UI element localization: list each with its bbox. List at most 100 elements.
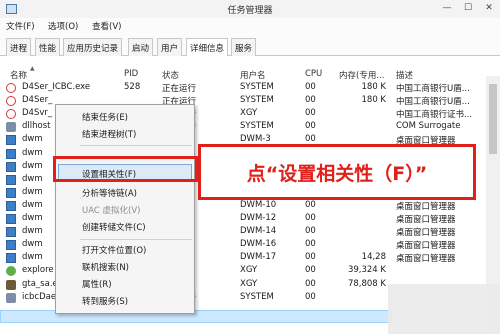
process-user: XGY	[240, 265, 258, 276]
scrollbar-thumb[interactable]	[489, 84, 497, 154]
process-description: 中国工商银行U盾...	[396, 84, 470, 94]
process-description: 中国工商银行证书...	[396, 110, 473, 121]
tab-processes[interactable]: 进程	[6, 38, 32, 56]
window-icon	[6, 148, 16, 159]
process-memory: 14,28	[361, 252, 386, 263]
process-description: COM Surrogate	[396, 121, 461, 132]
process-description: 中国工商银行U盾...	[396, 97, 470, 108]
process-user: SYSTEM	[240, 291, 274, 302]
process-user: SYSTEM	[240, 121, 274, 132]
tab-users[interactable]: 用户	[157, 38, 183, 56]
process-cpu: 00	[305, 95, 316, 106]
col-desc-header[interactable]: 描述	[396, 69, 413, 81]
process-memory: 180 K	[361, 95, 387, 106]
process-user: DWM-10	[240, 199, 277, 210]
process-cpu: 00	[305, 252, 316, 263]
ctx-go-to-services[interactable]: 转到服务(S)	[82, 295, 128, 307]
ctx-properties[interactable]: 属性(R)	[82, 278, 112, 290]
ctx-uac-virtualization[interactable]: UAC 虚拟化(V)	[82, 204, 140, 216]
window-icon	[6, 161, 16, 172]
process-user: XGY	[240, 278, 258, 289]
window-icon	[6, 200, 16, 211]
menu-view[interactable]: 查看(V)	[92, 20, 121, 32]
gear-icon	[6, 292, 16, 303]
process-cpu: 00	[305, 213, 316, 223]
process-name[interactable]: D4Ser_ICBC.exe	[22, 82, 120, 92]
process-user: DWM-17	[240, 252, 277, 263]
annotation-callout-box: 点“设置相关性（F）”	[198, 144, 476, 200]
context-menu-separator	[80, 145, 192, 146]
title-bar: 任务管理器 — ☐ ✕	[0, 0, 500, 18]
window-icon	[6, 135, 16, 146]
col-status-header[interactable]: 状态	[162, 69, 179, 81]
process-cpu: 00	[305, 226, 316, 237]
tab-bar: 进程 性能 应用历史记录 启动 用户 详细信息 服务	[0, 34, 500, 57]
gta-icon	[6, 279, 16, 290]
sort-caret-icon: ▲	[30, 65, 35, 72]
process-user: DWM-3	[240, 134, 271, 145]
process-cpu: 00	[305, 108, 316, 119]
window-icon	[6, 253, 16, 264]
tab-performance[interactable]: 性能	[35, 38, 61, 56]
tab-details[interactable]: 详细信息	[186, 38, 229, 57]
process-user: DWM-12	[240, 213, 277, 223]
process-description: 桌面窗口管理器	[396, 228, 456, 239]
process-cpu: 00	[305, 121, 316, 132]
window-icon	[6, 227, 16, 238]
process-user: DWM-14	[240, 226, 277, 237]
process-description: 桌面窗口管理器	[396, 241, 456, 252]
process-cpu: 00	[305, 82, 316, 92]
close-button[interactable]: ✕	[482, 2, 496, 14]
red-circle-icon	[6, 83, 16, 93]
col-memory-header[interactable]: 内存(专用...	[339, 69, 384, 81]
process-memory: 78,808 K	[347, 278, 386, 289]
tab-app-history[interactable]: 应用历史记录	[63, 38, 123, 56]
ctx-analyze-wait-chain[interactable]: 分析等待链(A)	[82, 187, 137, 199]
window-icon	[6, 174, 16, 185]
ctx-end-task[interactable]: 结束任务(E)	[82, 111, 128, 123]
annotation-callout-text: 点“设置相关性（F）”	[246, 163, 428, 185]
ctx-create-dump-file[interactable]: 创建转储文件(C)	[82, 221, 146, 233]
ctx-open-file-location[interactable]: 打开文件位置(O)	[82, 244, 146, 256]
window-icon	[6, 240, 16, 251]
ctx-search-online[interactable]: 联机搜索(N)	[82, 261, 129, 273]
process-user: SYSTEM	[240, 82, 274, 92]
menu-bar: 文件(F) 选项(O) 查看(V)	[0, 18, 500, 34]
process-cpu: 00	[305, 239, 316, 250]
window-icon	[6, 187, 16, 198]
process-memory: 180 K	[361, 82, 387, 92]
process-user: SYSTEM	[240, 95, 274, 106]
menu-file[interactable]: 文件(F)	[6, 20, 35, 32]
process-cpu: 00	[305, 278, 316, 289]
context-menu: 结束任务(E) 结束进程树(T) 设置相关性(F) 分析等待链(A) UAC 虚…	[55, 104, 195, 314]
process-pid: 528	[124, 82, 141, 92]
process-user: DWM-16	[240, 239, 277, 250]
process-description: 桌面窗口管理器	[396, 215, 456, 225]
col-cpu-header[interactable]: CPU	[305, 69, 322, 79]
tab-startup[interactable]: 启动	[128, 38, 154, 56]
ctx-end-process-tree[interactable]: 结束进程树(T)	[82, 128, 136, 140]
process-user: XGY	[240, 108, 258, 119]
process-status: 正在运行	[162, 84, 197, 94]
window-icon	[6, 214, 16, 224]
col-user-header[interactable]: 用户名	[240, 69, 266, 81]
window-title: 任务管理器	[227, 6, 273, 16]
globe-icon	[6, 266, 16, 277]
maximize-button[interactable]: ☐	[461, 2, 475, 14]
col-name-header[interactable]: 名称	[10, 69, 27, 81]
red-circle-icon	[6, 109, 16, 120]
process-cpu: 00	[305, 265, 316, 276]
red-circle-icon	[6, 96, 16, 107]
tab-services[interactable]: 服务	[231, 38, 257, 56]
process-description: 桌面窗口管理器	[396, 201, 456, 212]
gear-icon	[6, 122, 16, 133]
context-menu-separator	[80, 239, 192, 240]
process-cpu: 00	[305, 199, 316, 210]
process-cpu: 00	[305, 291, 316, 302]
menu-options[interactable]: 选项(O)	[48, 20, 78, 32]
process-memory: 39,324 K	[347, 265, 386, 276]
minimize-button[interactable]: —	[440, 2, 454, 14]
process-cpu: 00	[305, 134, 316, 145]
col-pid-header[interactable]: PID	[124, 69, 138, 79]
blurred-watermark	[388, 284, 500, 334]
